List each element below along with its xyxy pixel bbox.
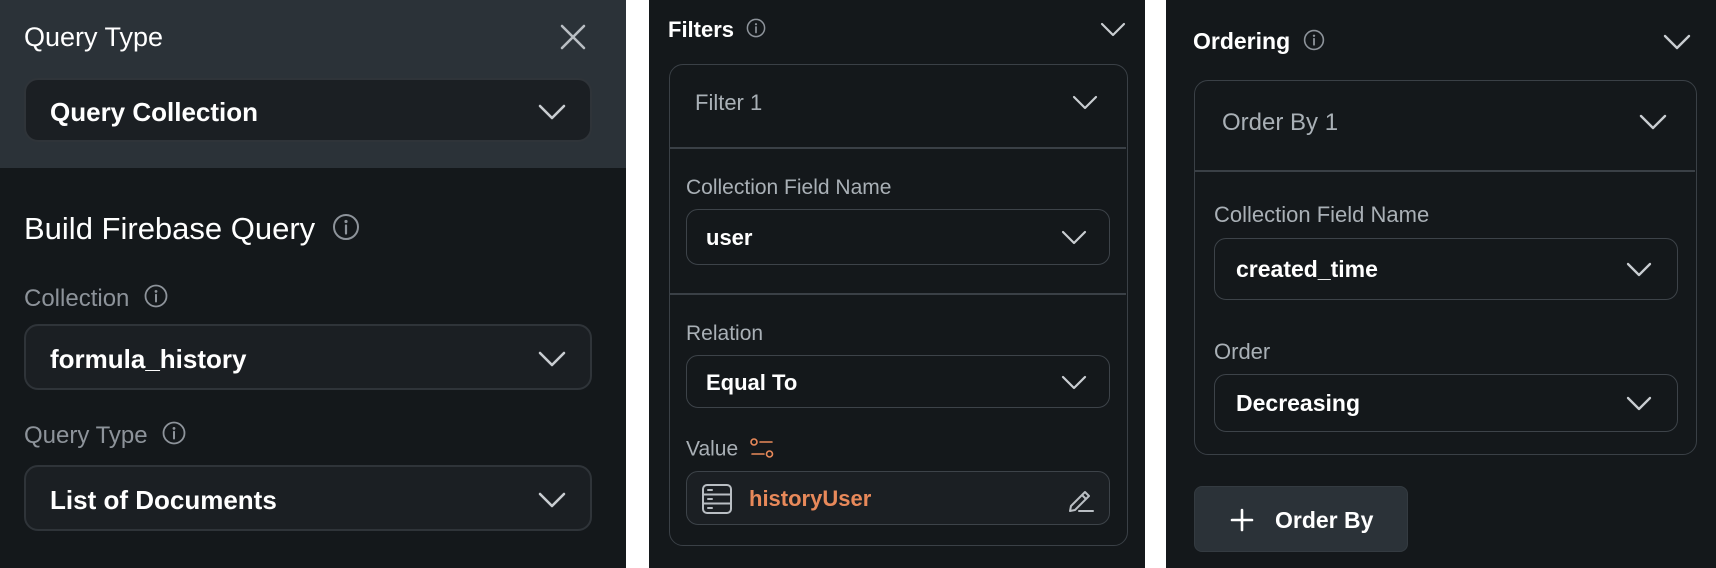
value-text: historyUser xyxy=(749,486,872,511)
filter-card: Filter 1 Collection Field Name user Rela… xyxy=(669,64,1128,546)
order-field-label: Collection Field Name xyxy=(1214,202,1430,227)
close-icon[interactable] xyxy=(558,22,588,52)
chevron-down-icon xyxy=(1626,262,1652,278)
divider xyxy=(670,293,1126,295)
chevron-down-icon[interactable] xyxy=(1663,34,1691,50)
value-label-row: Value xyxy=(686,437,775,466)
chevron-down-icon xyxy=(1061,375,1087,391)
value-field[interactable]: historyUser xyxy=(686,471,1110,525)
divider xyxy=(1195,170,1695,172)
query-type-panel: Query Type Query Collection Build Fireba… xyxy=(0,0,626,568)
field-label: Collection Field Name xyxy=(686,176,892,199)
chevron-down-icon xyxy=(1626,396,1652,412)
order-by-title: Order By 1 xyxy=(1222,109,1339,136)
field-select[interactable]: user xyxy=(686,209,1110,265)
order-select-value: Decreasing xyxy=(1236,390,1361,416)
chevron-down-icon[interactable] xyxy=(1072,95,1098,111)
query-type-list-value: List of Documents xyxy=(50,485,277,515)
chevron-down-icon[interactable] xyxy=(1100,22,1126,38)
chevron-down-icon[interactable] xyxy=(1639,114,1667,130)
collection-select-value: formula_history xyxy=(50,344,247,374)
filter-title: Filter 1 xyxy=(695,90,763,115)
query-type-label: Query Type xyxy=(24,421,148,449)
info-icon[interactable] xyxy=(746,18,766,44)
query-type-header-title: Query Type xyxy=(24,22,164,52)
order-by-card: Order By 1 Collection Field Name created… xyxy=(1194,80,1697,455)
value-label: Value xyxy=(686,437,739,461)
order-label: Order xyxy=(1214,339,1271,364)
query-type-label-row: Query Type xyxy=(24,421,186,452)
order-select[interactable]: Decreasing xyxy=(1214,374,1678,432)
divider xyxy=(670,147,1126,149)
chevron-down-icon xyxy=(538,351,566,367)
edit-icon[interactable] xyxy=(1065,484,1095,519)
chevron-down-icon xyxy=(1061,230,1087,246)
filters-header[interactable]: Filters xyxy=(668,17,766,44)
build-query-heading: Build Firebase Query xyxy=(24,211,360,249)
database-icon xyxy=(701,483,733,520)
info-icon[interactable] xyxy=(144,284,168,315)
chevron-down-icon xyxy=(538,492,566,508)
order-field-value: created_time xyxy=(1236,256,1378,282)
order-field-select[interactable]: created_time xyxy=(1214,238,1678,300)
ordering-header[interactable]: Ordering xyxy=(1193,28,1325,57)
query-type-list-select[interactable]: List of Documents xyxy=(24,465,592,531)
relation-select[interactable]: Equal To xyxy=(686,355,1110,408)
query-type-select-value: Query Collection xyxy=(50,97,259,127)
chevron-down-icon xyxy=(538,104,566,120)
info-icon[interactable] xyxy=(162,421,186,452)
ordering-panel: Ordering Order By 1 Collection Field Nam… xyxy=(1166,0,1716,568)
field-select-value: user xyxy=(706,225,753,250)
collection-label-row: Collection xyxy=(24,284,168,315)
filters-title: Filters xyxy=(668,17,735,42)
collection-label: Collection xyxy=(24,284,130,312)
relation-label: Relation xyxy=(686,322,764,345)
query-type-select[interactable]: Query Collection xyxy=(24,78,592,142)
build-query-title: Build Firebase Query xyxy=(24,211,316,246)
collection-select[interactable]: formula_history xyxy=(24,324,592,390)
filters-panel: Filters Filter 1 Collection Field Name u… xyxy=(649,0,1145,568)
add-order-by-label: Order By xyxy=(1275,507,1374,533)
plus-icon xyxy=(1230,508,1254,537)
info-icon[interactable] xyxy=(1303,29,1325,57)
relation-select-value: Equal To xyxy=(706,370,798,395)
add-order-by-button[interactable]: Order By xyxy=(1194,486,1408,552)
info-icon[interactable] xyxy=(332,213,360,249)
variable-icon[interactable] xyxy=(749,437,775,466)
ordering-title: Ordering xyxy=(1193,28,1291,54)
